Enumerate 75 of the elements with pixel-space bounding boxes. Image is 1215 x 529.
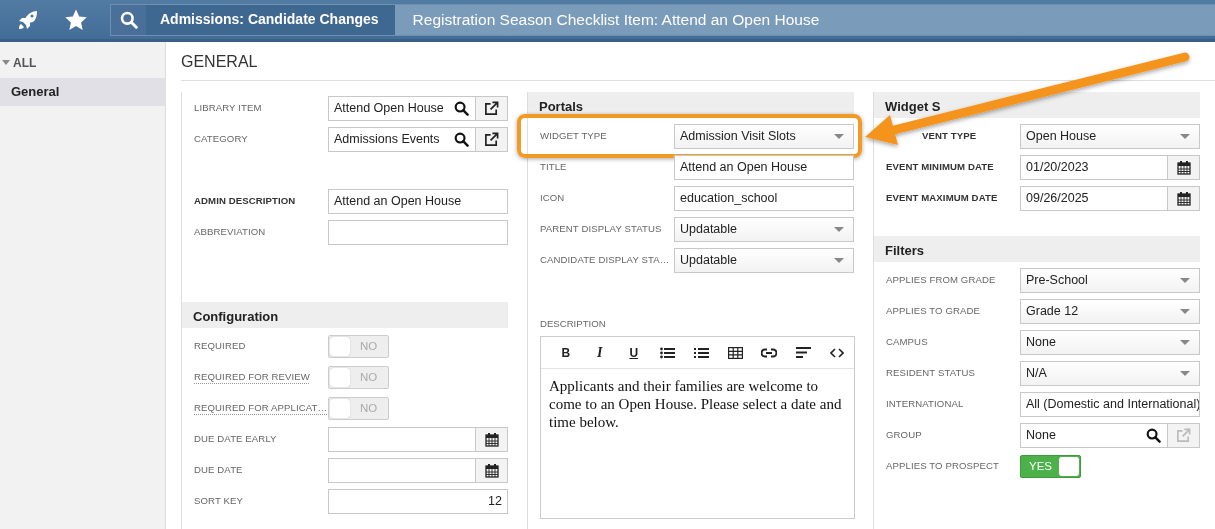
caret-icon	[1180, 339, 1190, 346]
date-field[interactable]: 01/20/2023	[1020, 155, 1200, 180]
dropdown[interactable]: Updatable	[674, 217, 854, 242]
search-button[interactable]	[111, 4, 146, 35]
field-label: CATEGORY	[194, 132, 249, 147]
underline-button[interactable]: U	[616, 341, 651, 364]
input-field[interactable]	[328, 220, 508, 245]
editor-text: Applicants and their families are welcome to come to an Open House. Please select a date and time below.	[548, 377, 843, 433]
caret-icon	[834, 226, 844, 233]
caret-icon	[1180, 277, 1190, 284]
field-label: ADMIN DESCRIPTION	[194, 194, 297, 209]
field-label: RESIDENT STATUS	[886, 366, 976, 381]
field-label: ICON	[540, 191, 566, 206]
dropdown[interactable]: Admission Visit Slots	[674, 124, 854, 149]
caret-icon	[1180, 133, 1190, 140]
breadcrumb: Registration Season Checklist Item: Attend an Open House	[394, 4, 1215, 35]
input-field[interactable]: All (Domestic and International)	[1020, 392, 1200, 417]
dropdown[interactable]: None	[1020, 330, 1200, 355]
external-link-icon[interactable]	[475, 128, 507, 151]
search-icon	[119, 10, 138, 29]
calendar-icon[interactable]	[475, 428, 507, 451]
input-field[interactable]: 12	[328, 489, 508, 514]
field-label: EVENT MAXIMUM DATE	[886, 191, 999, 206]
field-label: APPLIES TO PROSPECT	[886, 459, 1000, 474]
calendar-icon[interactable]	[1167, 187, 1199, 210]
dropdown[interactable]: Open House	[1020, 124, 1200, 149]
field-label: DUE DATE EARLY	[194, 432, 278, 447]
field-label: WIDGET TYPE	[540, 129, 608, 144]
dropdown[interactable]: N/A	[1020, 361, 1200, 386]
field-label: REQUIRED FOR APPLICAT…	[194, 401, 328, 416]
bold-button[interactable]: B	[549, 341, 583, 364]
field-label: ABBREVIATION	[194, 225, 267, 240]
field-label: REQUIRED FOR REVIEW	[194, 370, 311, 385]
input-field[interactable]: Attend an Open House	[674, 155, 854, 180]
field-label: CANDIDATE DISPLAY STA…	[540, 253, 671, 268]
field-label: DESCRIPTION	[539, 317, 607, 331]
date-field[interactable]: 09/26/2025	[1020, 186, 1200, 211]
caret-icon	[834, 133, 844, 140]
field-label: LIBRARY ITEM	[194, 101, 263, 116]
field-label: DUE DATE	[194, 463, 244, 478]
page-title: GENERAL	[181, 42, 1215, 81]
section-header: Filters	[874, 236, 1200, 262]
lookup-field[interactable]: Admissions Events	[328, 127, 508, 152]
lookup-field[interactable]: Attend Open House	[328, 96, 508, 121]
dropdown[interactable]: Pre-School	[1020, 268, 1200, 293]
caret-icon	[834, 257, 844, 264]
italic-button[interactable]: I	[582, 341, 617, 364]
calendar-icon[interactable]	[1167, 156, 1199, 179]
field-label: EVENT MINIMUM DATE	[886, 160, 995, 175]
lookup-field[interactable]: None	[1020, 423, 1200, 448]
caret-icon	[1180, 308, 1190, 315]
field-label: INTERNATIONAL	[886, 397, 965, 412]
sidebar-item[interactable]: General	[0, 78, 165, 106]
calendar-icon[interactable]	[475, 459, 507, 482]
date-field[interactable]	[328, 427, 508, 452]
field-label: SORT KEY	[194, 494, 244, 509]
field-label: REQUIRED	[194, 339, 247, 354]
input-field[interactable]: education_school	[674, 186, 854, 211]
external-link-icon[interactable]	[475, 97, 507, 120]
breadcrumb[interactable]: Admissions: Candidate Changes	[146, 4, 395, 35]
field-label: APPLIES FROM GRADE	[886, 273, 997, 288]
field-label: GROUP	[886, 428, 923, 443]
field-label: APPLIES TO GRADE	[886, 304, 982, 319]
field-label: VENT TYPE	[922, 129, 978, 144]
input-field[interactable]: Attend an Open House	[328, 189, 508, 214]
caret-icon	[1180, 370, 1190, 377]
rich-text-editor[interactable]: B I U Applicants and their families are welcome to come to an Open House. Please select a date and time below.	[540, 336, 855, 520]
date-field[interactable]	[328, 458, 508, 483]
section-header: Configuration	[182, 302, 508, 328]
tree-label[interactable]: ALL	[13, 54, 37, 72]
field-label: PARENT DISPLAY STATUS	[540, 222, 663, 237]
field-label: TITLE	[540, 160, 568, 175]
field-label: CAMPUS	[886, 335, 929, 350]
dropdown[interactable]: Updatable	[674, 248, 854, 273]
dropdown[interactable]: Grade 12	[1020, 299, 1200, 324]
